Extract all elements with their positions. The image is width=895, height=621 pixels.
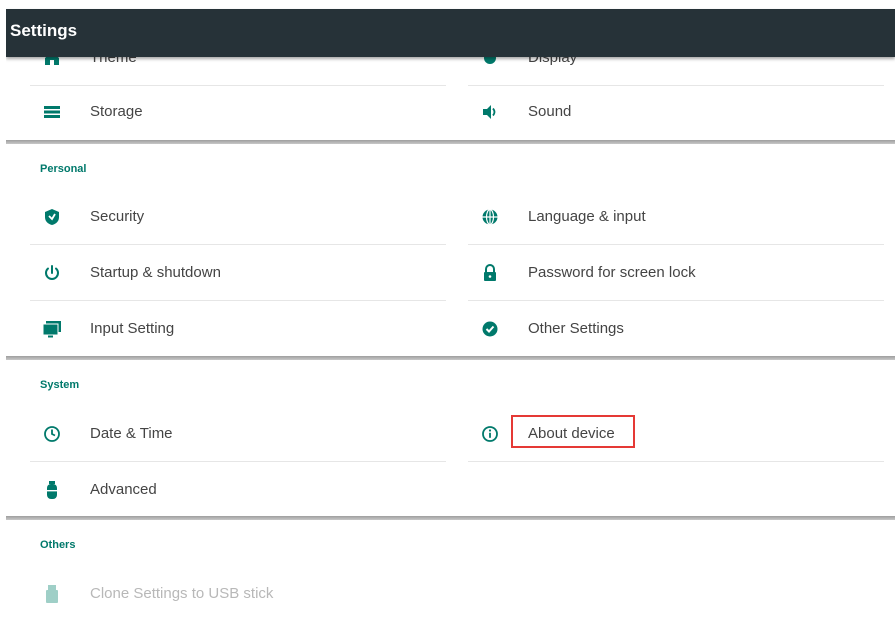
storage-icon [42, 102, 62, 122]
check-circle-icon [480, 319, 500, 339]
language-item[interactable]: Language & input [468, 189, 884, 245]
personal-header: Personal [40, 163, 87, 175]
password-item[interactable]: Password for screen lock [468, 245, 884, 301]
language-label: Language & input [528, 208, 646, 225]
others-section: Others Clone Settings to USB stick [6, 520, 895, 621]
startup-label: Startup & shutdown [90, 264, 221, 281]
security-item[interactable]: Security [30, 189, 446, 245]
other-settings-item[interactable]: Other Settings [468, 301, 884, 357]
system-header: System [40, 379, 80, 391]
input-setting-label: Input Setting [90, 320, 175, 337]
input-setting-item[interactable]: Input Setting [30, 301, 446, 357]
storage-item[interactable]: Storage [30, 84, 446, 140]
power-icon [42, 263, 62, 283]
monitor-icon [42, 319, 62, 339]
lock-icon [480, 263, 500, 283]
shield-icon [42, 207, 62, 227]
password-label: Password for screen lock [528, 264, 696, 281]
storage-label: Storage [90, 103, 143, 120]
info-icon [480, 424, 500, 444]
app-title: Settings [10, 21, 78, 40]
settings-app: Settings Theme Display Storage Sound Per… [6, 0, 895, 621]
volume-icon [480, 102, 500, 122]
clone-settings-item[interactable]: Clone Settings to USB stick [30, 566, 446, 621]
clone-settings-label: Clone Settings to USB stick [90, 585, 274, 602]
others-header: Others [40, 539, 76, 551]
usb-icon [42, 584, 62, 604]
sound-item[interactable]: Sound [468, 84, 884, 140]
advanced-label: Advanced [90, 481, 157, 498]
date-time-label: Date & Time [90, 425, 173, 442]
system-section: System Date & Time About device Advanced [6, 360, 895, 516]
advanced-icon [42, 480, 62, 500]
sound-label: Sound [528, 103, 572, 120]
app-bar: Settings [6, 9, 895, 57]
globe-icon [480, 207, 500, 227]
date-time-item[interactable]: Date & Time [30, 406, 446, 462]
startup-item[interactable]: Startup & shutdown [30, 245, 446, 301]
highlight-box [511, 415, 635, 448]
row-divider [468, 461, 884, 462]
advanced-item[interactable]: Advanced [30, 462, 446, 518]
other-settings-label: Other Settings [528, 320, 624, 337]
personal-section: Personal Security Language & input Start… [6, 144, 895, 356]
clock-icon [42, 424, 62, 444]
security-label: Security [90, 208, 145, 225]
